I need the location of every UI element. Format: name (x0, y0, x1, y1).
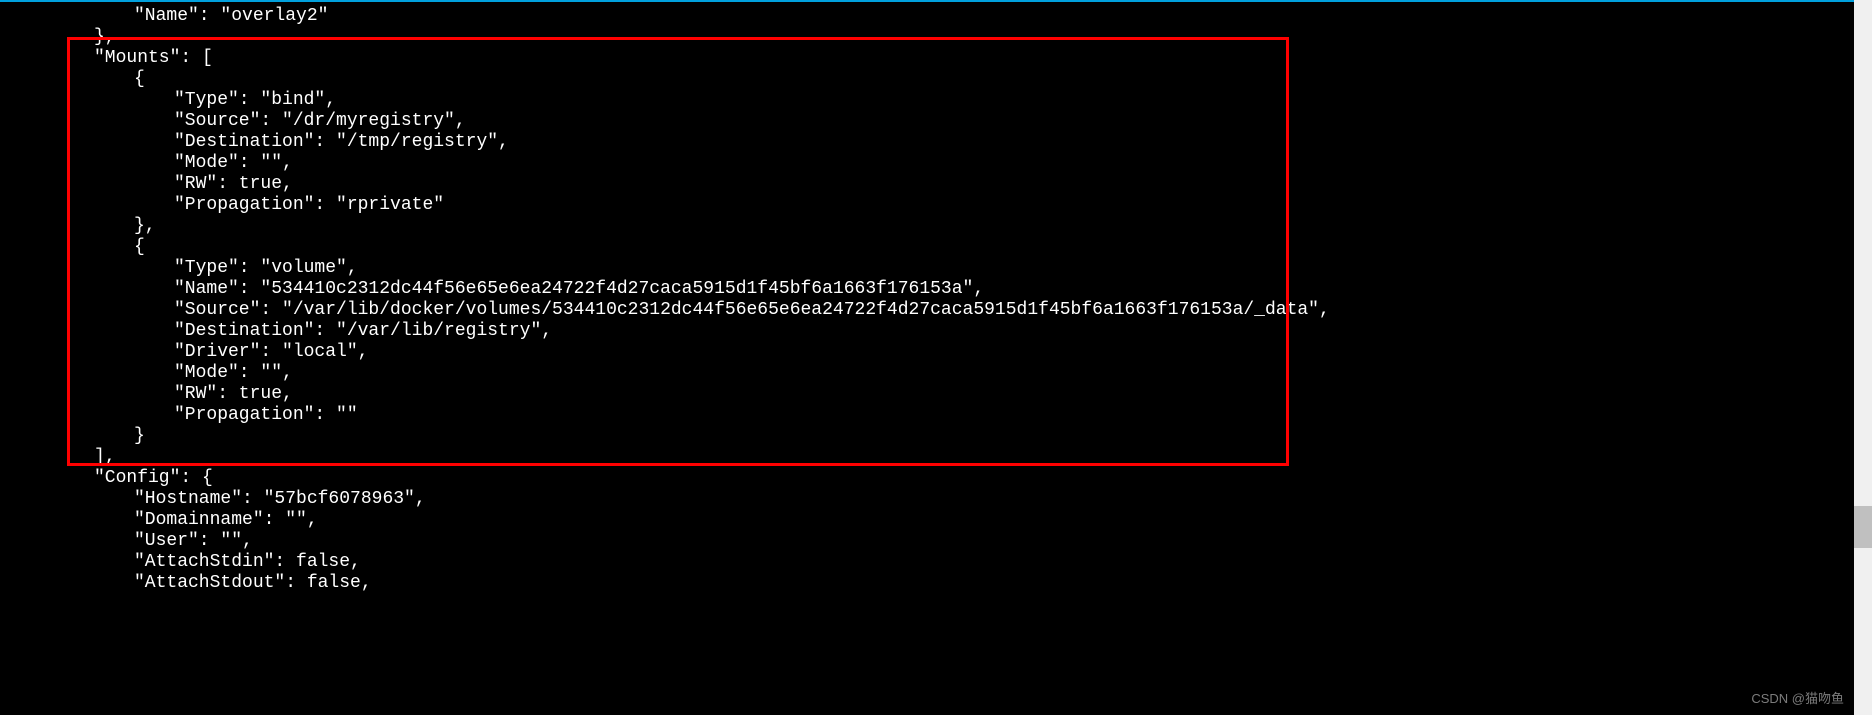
watermark: CSDN @猫吻鱼 (1751, 688, 1844, 709)
terminal-line: "User": "", (10, 531, 1872, 552)
terminal-line: "Mode": "", (10, 153, 1872, 174)
terminal-line: "Hostname": "57bcf6078963", (10, 489, 1872, 510)
terminal-line: { (10, 237, 1872, 258)
scrollbar-thumb[interactable] (1854, 506, 1872, 548)
terminal-line: "RW": true, (10, 384, 1872, 405)
terminal-line: "Propagation": "rprivate" (10, 195, 1872, 216)
terminal-line: "Name": "534410c2312dc44f56e65e6ea24722f… (10, 279, 1872, 300)
terminal-line: "Type": "volume", (10, 258, 1872, 279)
terminal-line: "AttachStdin": false, (10, 552, 1872, 573)
terminal-line: } (10, 426, 1872, 447)
terminal-line: "Source": "/var/lib/docker/volumes/53441… (10, 300, 1872, 321)
terminal-line: { (10, 69, 1872, 90)
terminal-line: "Domainname": "", (10, 510, 1872, 531)
terminal-line: "Type": "bind", (10, 90, 1872, 111)
terminal-line: }, (10, 27, 1872, 48)
terminal-line: "Propagation": "" (10, 405, 1872, 426)
terminal-line: "Destination": "/tmp/registry", (10, 132, 1872, 153)
terminal-line: "Destination": "/var/lib/registry", (10, 321, 1872, 342)
terminal-line: "Source": "/dr/myregistry", (10, 111, 1872, 132)
terminal-line: "Name": "overlay2" (10, 6, 1872, 27)
terminal-output: "Name": "overlay2"},"Mounts": [{"Type": … (0, 0, 1872, 594)
terminal-line: "Driver": "local", (10, 342, 1872, 363)
terminal-line: "Config": { (10, 468, 1872, 489)
scrollbar-track[interactable] (1854, 0, 1872, 715)
terminal-line: }, (10, 216, 1872, 237)
terminal-line: "RW": true, (10, 174, 1872, 195)
terminal-line: "Mode": "", (10, 363, 1872, 384)
terminal-line: "AttachStdout": false, (10, 573, 1872, 594)
terminal-line: "Mounts": [ (10, 48, 1872, 69)
terminal-line: ], (10, 447, 1872, 468)
